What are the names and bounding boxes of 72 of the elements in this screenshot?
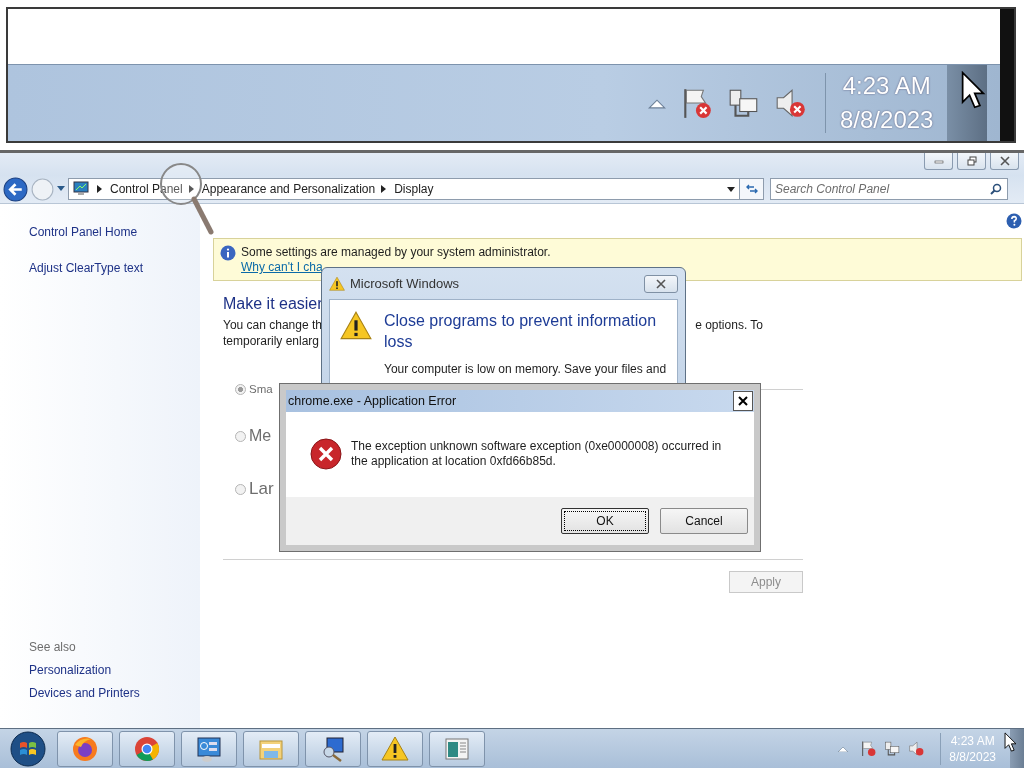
up-arrow-icon[interactable]: [648, 97, 666, 109]
address-bar[interactable]: Control Panel Appearance and Personalization Display: [68, 178, 740, 200]
browser-icon: [71, 734, 99, 763]
dialog-button[interactable]: OK: [561, 508, 649, 534]
warning-icon: [381, 734, 409, 763]
dialog-heading: Close programs to prevent information loss: [384, 311, 658, 352]
close-icon: [998, 156, 1011, 166]
refresh-button[interactable]: [740, 178, 764, 200]
description-text: e options. To: [695, 317, 763, 333]
restore-button[interactable]: [957, 153, 986, 170]
sidebar-link[interactable]: Personalization: [29, 662, 200, 678]
breadcrumb[interactable]: Display: [394, 182, 434, 196]
sidebar-link[interactable]: Devices and Printers: [29, 685, 200, 701]
dialog-title: Microsoft Windows: [350, 276, 460, 291]
taskbar-button[interactable]: [119, 730, 175, 767]
dropdown-arrow-icon[interactable]: [727, 186, 735, 192]
taskbar-button[interactable]: [305, 730, 361, 767]
taskbar-button[interactable]: [181, 730, 237, 767]
section-heading: Make it easier: [223, 294, 323, 314]
search-icon[interactable]: [990, 183, 1002, 195]
up-arrow-icon[interactable]: [838, 745, 849, 752]
see-also-heading: See also: [29, 639, 77, 655]
dialog-title: chrome.exe - Application Error: [288, 394, 457, 408]
description-text: You can change th: [223, 317, 322, 333]
option-label: Sma: [249, 383, 273, 395]
close-button[interactable]: [990, 153, 1019, 170]
warning-icon: [329, 275, 345, 292]
clock-date: 8/8/2023: [840, 105, 934, 135]
warning-icon: [340, 310, 372, 342]
option-label: Me: [249, 427, 272, 445]
radio-button[interactable]: [235, 483, 246, 495]
browser-icon: [133, 734, 161, 763]
close-button[interactable]: [733, 391, 753, 411]
description-text: temporarily enlarg: [223, 333, 320, 349]
mouse-pointer-icon: [1004, 732, 1017, 752]
restore-icon: [965, 156, 978, 166]
monitor-icon: [73, 181, 89, 197]
sidebar-link[interactable]: Adjust ClearType text: [29, 260, 200, 276]
error-message: The exception unknown software exception (0xe0000008) occurred in the application at location 0xfd66b85d.: [351, 439, 723, 469]
minimize-button[interactable]: [924, 153, 953, 170]
dialog-message: Your computer is low on memory. Save your files and: [384, 362, 668, 377]
network-icon[interactable]: [884, 740, 902, 757]
back-button[interactable]: [3, 176, 28, 202]
flag-icon[interactable]: [860, 740, 878, 757]
dialog-button[interactable]: Cancel: [660, 508, 748, 534]
help-icon[interactable]: [1006, 213, 1022, 229]
close-button[interactable]: [644, 274, 678, 293]
speaker-muted-icon[interactable]: [774, 86, 808, 120]
radio-button[interactable]: [235, 430, 246, 442]
close-icon: [655, 278, 667, 289]
radio-button[interactable]: [235, 383, 246, 395]
breadcrumb[interactable]: Control Panel: [110, 182, 183, 196]
search-field[interactable]: Search Control Panel: [770, 178, 1008, 200]
breadcrumb-arrow-icon[interactable]: [188, 185, 194, 193]
clock-time: 4:23 AM: [842, 71, 931, 101]
help-link[interactable]: Why can't I cha: [241, 260, 323, 275]
notice-text: Some settings are managed by your system administrator.: [241, 245, 551, 260]
control-panel-icon: [195, 734, 223, 763]
speaker-muted-icon[interactable]: [908, 740, 926, 757]
breadcrumb-arrow-icon[interactable]: [381, 185, 387, 193]
sidebar-link[interactable]: Control Panel Home: [29, 224, 200, 240]
search-input[interactable]: Search Control Panel: [771, 182, 990, 196]
taskbar-button[interactable]: [57, 730, 113, 767]
option-label: Lar: [249, 479, 274, 499]
info-icon: [220, 245, 236, 261]
refresh-icon: [744, 183, 759, 195]
mouse-pointer-icon: [960, 71, 986, 109]
close-icon: [737, 395, 749, 407]
breadcrumb[interactable]: Appearance and Personalization: [201, 182, 376, 196]
taskbar-button[interactable]: [429, 730, 485, 767]
error-icon: [310, 438, 342, 470]
breadcrumb-arrow-icon[interactable]: [97, 185, 102, 193]
